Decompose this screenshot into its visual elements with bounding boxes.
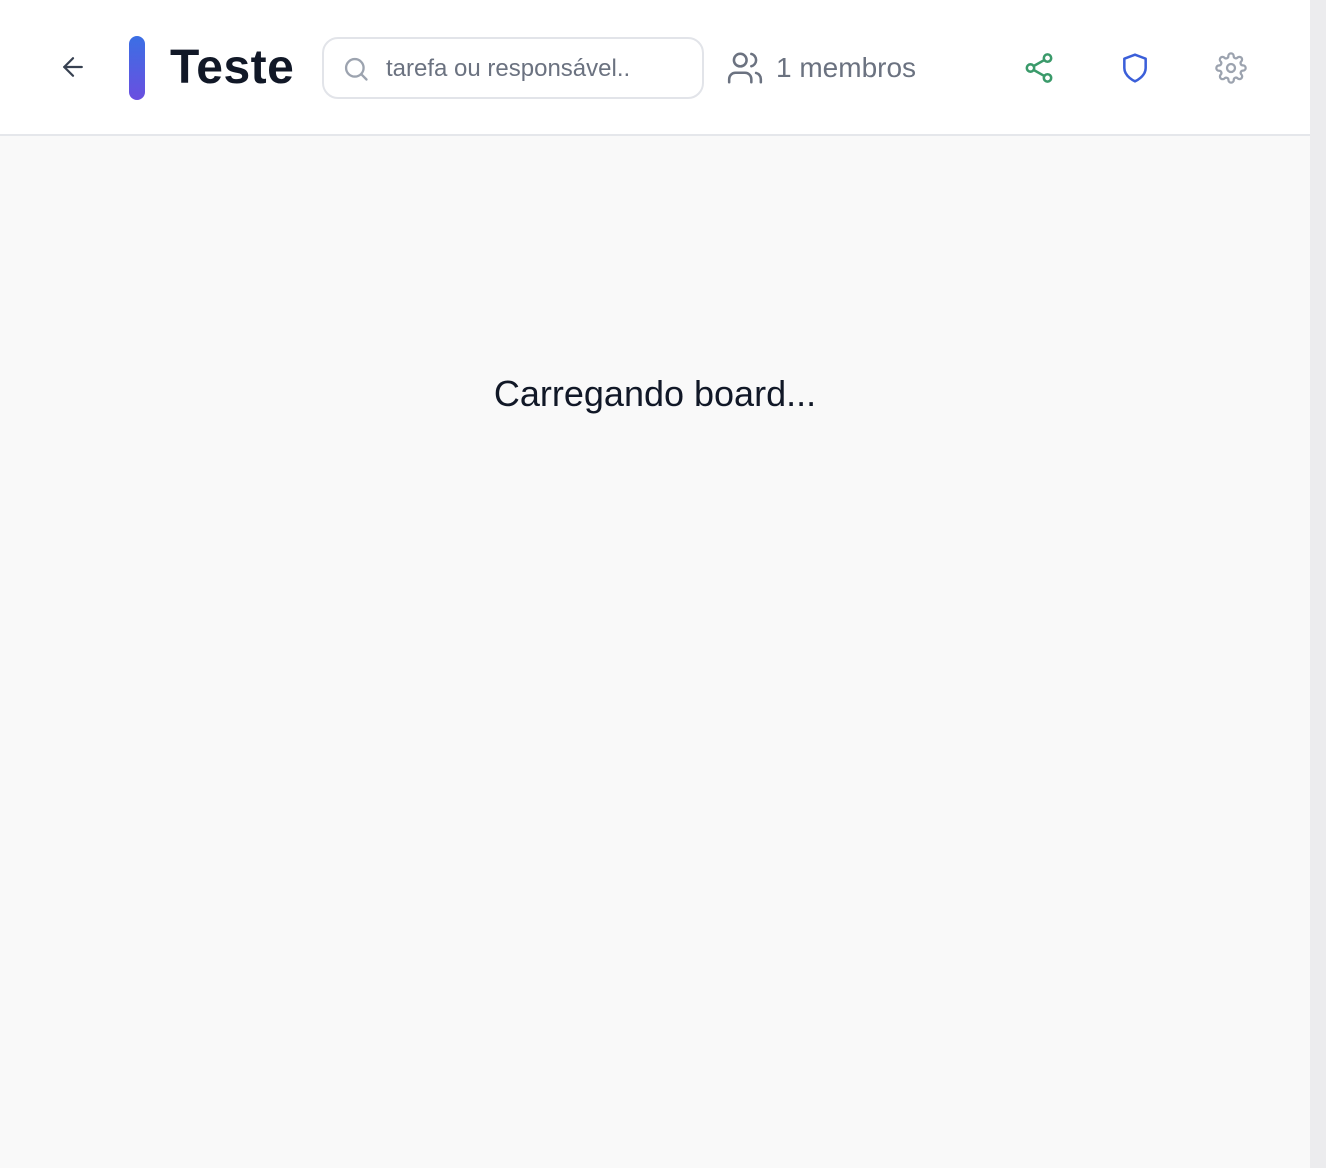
page-scrollbar[interactable] (1310, 0, 1326, 1168)
search-input[interactable] (386, 47, 686, 91)
members-count-label: 1 membros (776, 52, 917, 83)
back-button[interactable] (52, 46, 94, 88)
loading-message: Carregando board... (493, 373, 817, 414)
gear-icon (1215, 52, 1247, 84)
settings-button[interactable] (1207, 44, 1255, 92)
search-icon (344, 57, 368, 81)
permissions-button[interactable] (1111, 44, 1159, 92)
board-header: Teste 1 membros (0, 0, 1310, 136)
share-icon (1025, 53, 1053, 83)
arrow-left-icon (63, 57, 83, 77)
shield-icon (1123, 53, 1147, 83)
board-color-indicator (129, 36, 145, 100)
app: Teste 1 membros (0, 0, 1310, 1168)
share-button[interactable] (1015, 44, 1063, 92)
board-title: Teste (170, 41, 295, 94)
users-icon (727, 52, 763, 84)
search-box[interactable] (322, 37, 704, 99)
members-button[interactable]: 1 membros (726, 46, 916, 90)
